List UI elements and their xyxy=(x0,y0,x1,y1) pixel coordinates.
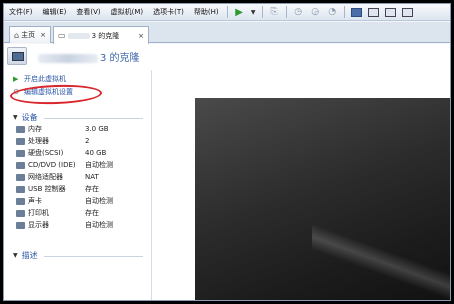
memory-icon xyxy=(16,125,25,133)
devices-section-header[interactable]: ▼ 设备 xyxy=(13,112,38,123)
device-row-cdrom[interactable]: CD/DVD (IDE) 自动检测 xyxy=(16,160,146,170)
cdrom-icon xyxy=(16,161,25,169)
tab-home-label: 主页 xyxy=(21,31,36,39)
collapse-arrow-icon: ▼ xyxy=(13,252,18,259)
power-on-icon[interactable]: ▶ xyxy=(233,6,246,19)
collapse-arrow-icon: ▼ xyxy=(13,114,18,121)
power-dropdown-icon[interactable]: ▼ xyxy=(250,6,257,19)
redacted-name xyxy=(67,32,90,39)
vm-screen-thumbnail[interactable] xyxy=(195,98,450,300)
vm-summary-page: 3 的克隆 ▶ 开启此虚拟机 ⚙ 编辑虚拟机设置 ▼ 设备 内存 3.0 GB xyxy=(4,44,450,300)
tab-bar: ⌂ 主页 × ▭ 3 的克隆 × xyxy=(4,22,450,44)
sound-icon xyxy=(16,197,25,205)
device-row-cpu[interactable]: 处理器 2 xyxy=(16,136,146,146)
divider xyxy=(44,118,143,119)
close-icon[interactable]: × xyxy=(40,31,46,39)
device-row-sound[interactable]: 声卡 自动检测 xyxy=(16,196,146,206)
home-icon: ⌂ xyxy=(14,30,20,40)
revert-snapshot-icon[interactable]: ◶ xyxy=(309,6,322,19)
tab-vm-label: 3 的克隆 xyxy=(91,31,120,40)
device-row-printer[interactable]: 打印机 存在 xyxy=(16,208,146,218)
toolbar-separator xyxy=(343,6,345,18)
snapshot-icon[interactable]: ◷ xyxy=(292,6,305,19)
printer-icon xyxy=(16,209,25,217)
menu-file[interactable]: 文件(F) xyxy=(4,4,38,21)
menu-edit[interactable]: 编辑(E) xyxy=(38,4,72,21)
snapshot-manager-icon[interactable]: ◔ xyxy=(326,6,339,19)
close-icon[interactable]: × xyxy=(138,32,144,40)
device-row-usb[interactable]: USB 控制器 存在 xyxy=(16,184,146,194)
toolbar-separator xyxy=(261,6,263,18)
vm-preview-pane xyxy=(153,70,450,300)
tab-home[interactable]: ⌂ 主页 × xyxy=(9,26,51,43)
unity-icon[interactable] xyxy=(401,6,414,19)
network-icon xyxy=(16,173,25,181)
display-icon xyxy=(16,221,25,229)
menu-view[interactable]: 查看(V) xyxy=(71,4,105,21)
vm-title: 3 的克隆 xyxy=(38,49,140,64)
device-row-disk[interactable]: 硬盘(SCSI) 40 GB xyxy=(16,148,146,158)
usb-icon xyxy=(16,185,25,193)
menu-help[interactable]: 帮助(H) xyxy=(189,4,224,21)
vm-icon: ▭ xyxy=(58,31,66,40)
vm-details-pane: ▶ 开启此虚拟机 ⚙ 编辑虚拟机设置 ▼ 设备 内存 3.0 GB 处理器 2 … xyxy=(4,70,152,300)
toolbar-separator xyxy=(285,6,287,18)
device-row-display[interactable]: 显示器 自动检测 xyxy=(16,220,146,230)
menu-tabs[interactable]: 选项卡(T) xyxy=(148,4,189,21)
menu-bar: 文件(F) 编辑(E) 查看(V) 虚拟机(M) 选项卡(T) 帮助(H) ▶ … xyxy=(4,4,450,21)
vm-header: 3 的克隆 xyxy=(4,44,450,70)
fullscreen-icon[interactable] xyxy=(384,6,397,19)
disk-icon xyxy=(16,149,25,157)
vmware-window: 文件(F) 编辑(E) 查看(V) 虚拟机(M) 选项卡(T) 帮助(H) ▶ … xyxy=(3,3,451,301)
redacted-name xyxy=(38,53,98,63)
tab-vm-clone[interactable]: ▭ 3 的克隆 × xyxy=(53,26,149,44)
description-section-header[interactable]: ▼ 描述 xyxy=(13,250,38,261)
library-view-icon[interactable] xyxy=(350,6,363,19)
divider xyxy=(44,256,143,257)
play-icon: ▶ xyxy=(13,75,19,83)
device-row-network[interactable]: 网络适配器 NAT xyxy=(16,172,146,182)
menu-vm[interactable]: 虚拟机(M) xyxy=(106,4,149,21)
send-keys-icon[interactable]: ⎘ xyxy=(268,6,281,19)
toolbar-separator xyxy=(226,6,228,18)
thumbnail-view-icon[interactable] xyxy=(367,6,380,19)
power-on-link[interactable]: ▶ 开启此虚拟机 xyxy=(13,74,66,84)
cpu-icon xyxy=(16,137,25,145)
device-row-memory[interactable]: 内存 3.0 GB xyxy=(16,124,146,134)
vm-logo-icon xyxy=(7,47,27,65)
